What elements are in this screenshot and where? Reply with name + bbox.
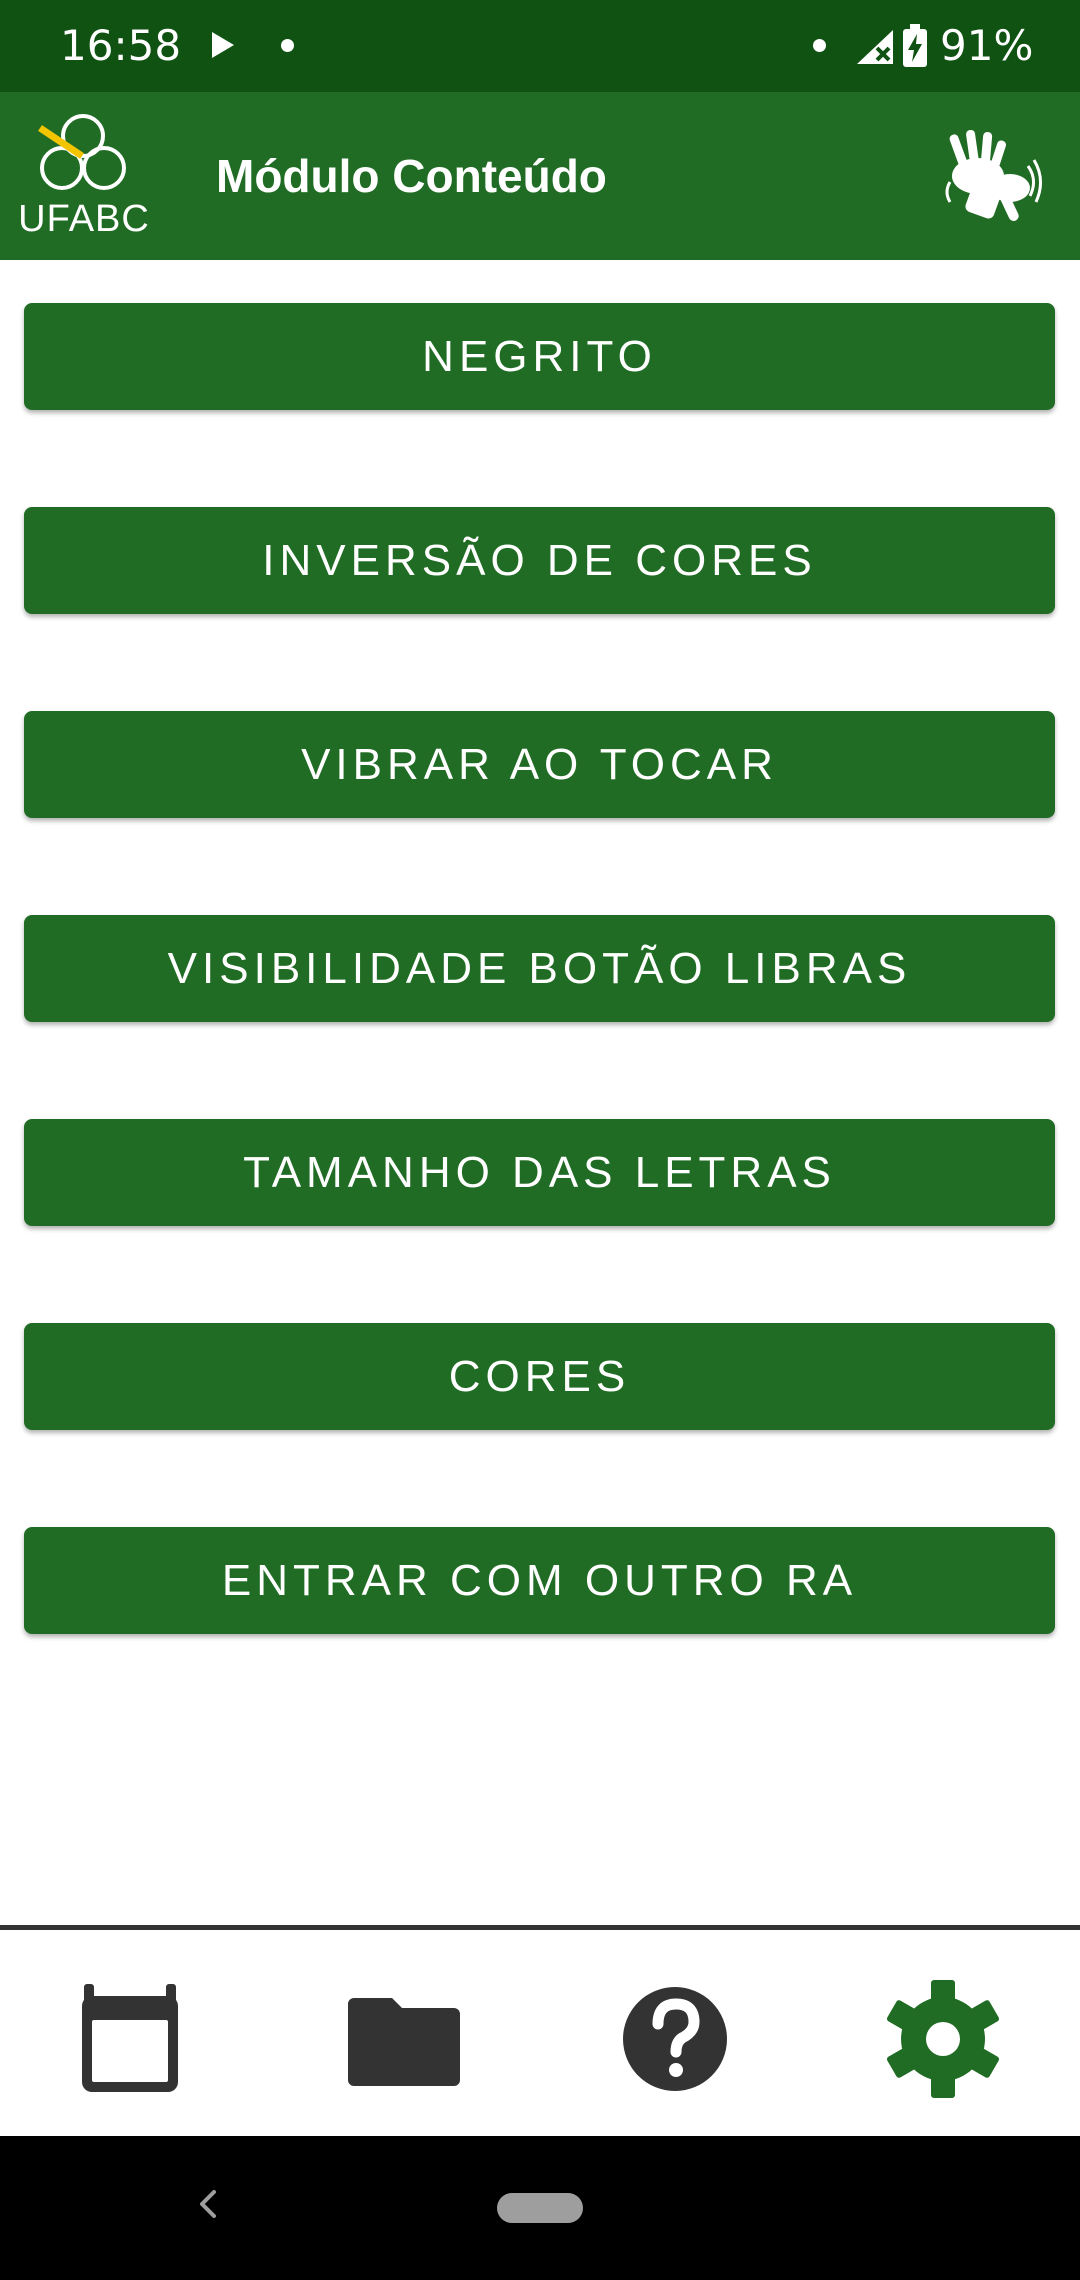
app-bar: UFABC Módulo Conteúdo	[0, 92, 1080, 260]
bold-button[interactable]: NEGRITO	[24, 303, 1055, 410]
nav-settings[interactable]	[878, 1974, 1008, 2104]
status-time: 16:58	[60, 21, 182, 70]
bottom-navigation	[0, 1930, 1080, 2136]
vibrate-on-touch-button[interactable]: VIBRAR AO TOCAR	[24, 711, 1055, 818]
play-icon	[212, 32, 234, 58]
logo-text: UFABC	[18, 198, 150, 240]
ufabc-logo: UFABC	[18, 112, 150, 242]
battery-charging-icon	[903, 24, 927, 67]
notification-dot-icon	[813, 39, 826, 52]
nav-files[interactable]	[340, 1974, 470, 2104]
libras-button[interactable]	[944, 126, 1044, 226]
nav-calendar[interactable]	[70, 1974, 200, 2104]
system-navigation-bar	[0, 2136, 1080, 2280]
battery-percentage: 91%	[940, 21, 1034, 70]
status-bar: 16:58 91%	[0, 0, 1080, 92]
settings-icon	[887, 1980, 999, 2098]
colors-button[interactable]: CORES	[24, 1323, 1055, 1430]
calendar-icon	[82, 1984, 178, 2092]
page-title: Módulo Conteúdo	[216, 150, 607, 202]
libras-visibility-button[interactable]: VISIBILIDADE BOTÃO LIBRAS	[24, 915, 1055, 1022]
font-size-button[interactable]: TAMANHO DAS LETRAS	[24, 1119, 1055, 1226]
home-button[interactable]	[497, 2193, 583, 2223]
notification-dot-icon	[281, 39, 294, 52]
invert-colors-button[interactable]: INVERSÃO DE CORES	[24, 507, 1055, 614]
signal-icon	[857, 30, 893, 64]
sign-language-hands-icon	[945, 129, 1042, 221]
nav-help[interactable]	[610, 1974, 740, 2104]
folder-icon	[348, 1998, 460, 2086]
back-icon[interactable]	[190, 2178, 224, 2230]
login-another-ra-button[interactable]: ENTRAR COM OUTRO RA	[24, 1527, 1055, 1634]
help-icon	[623, 1987, 727, 2091]
